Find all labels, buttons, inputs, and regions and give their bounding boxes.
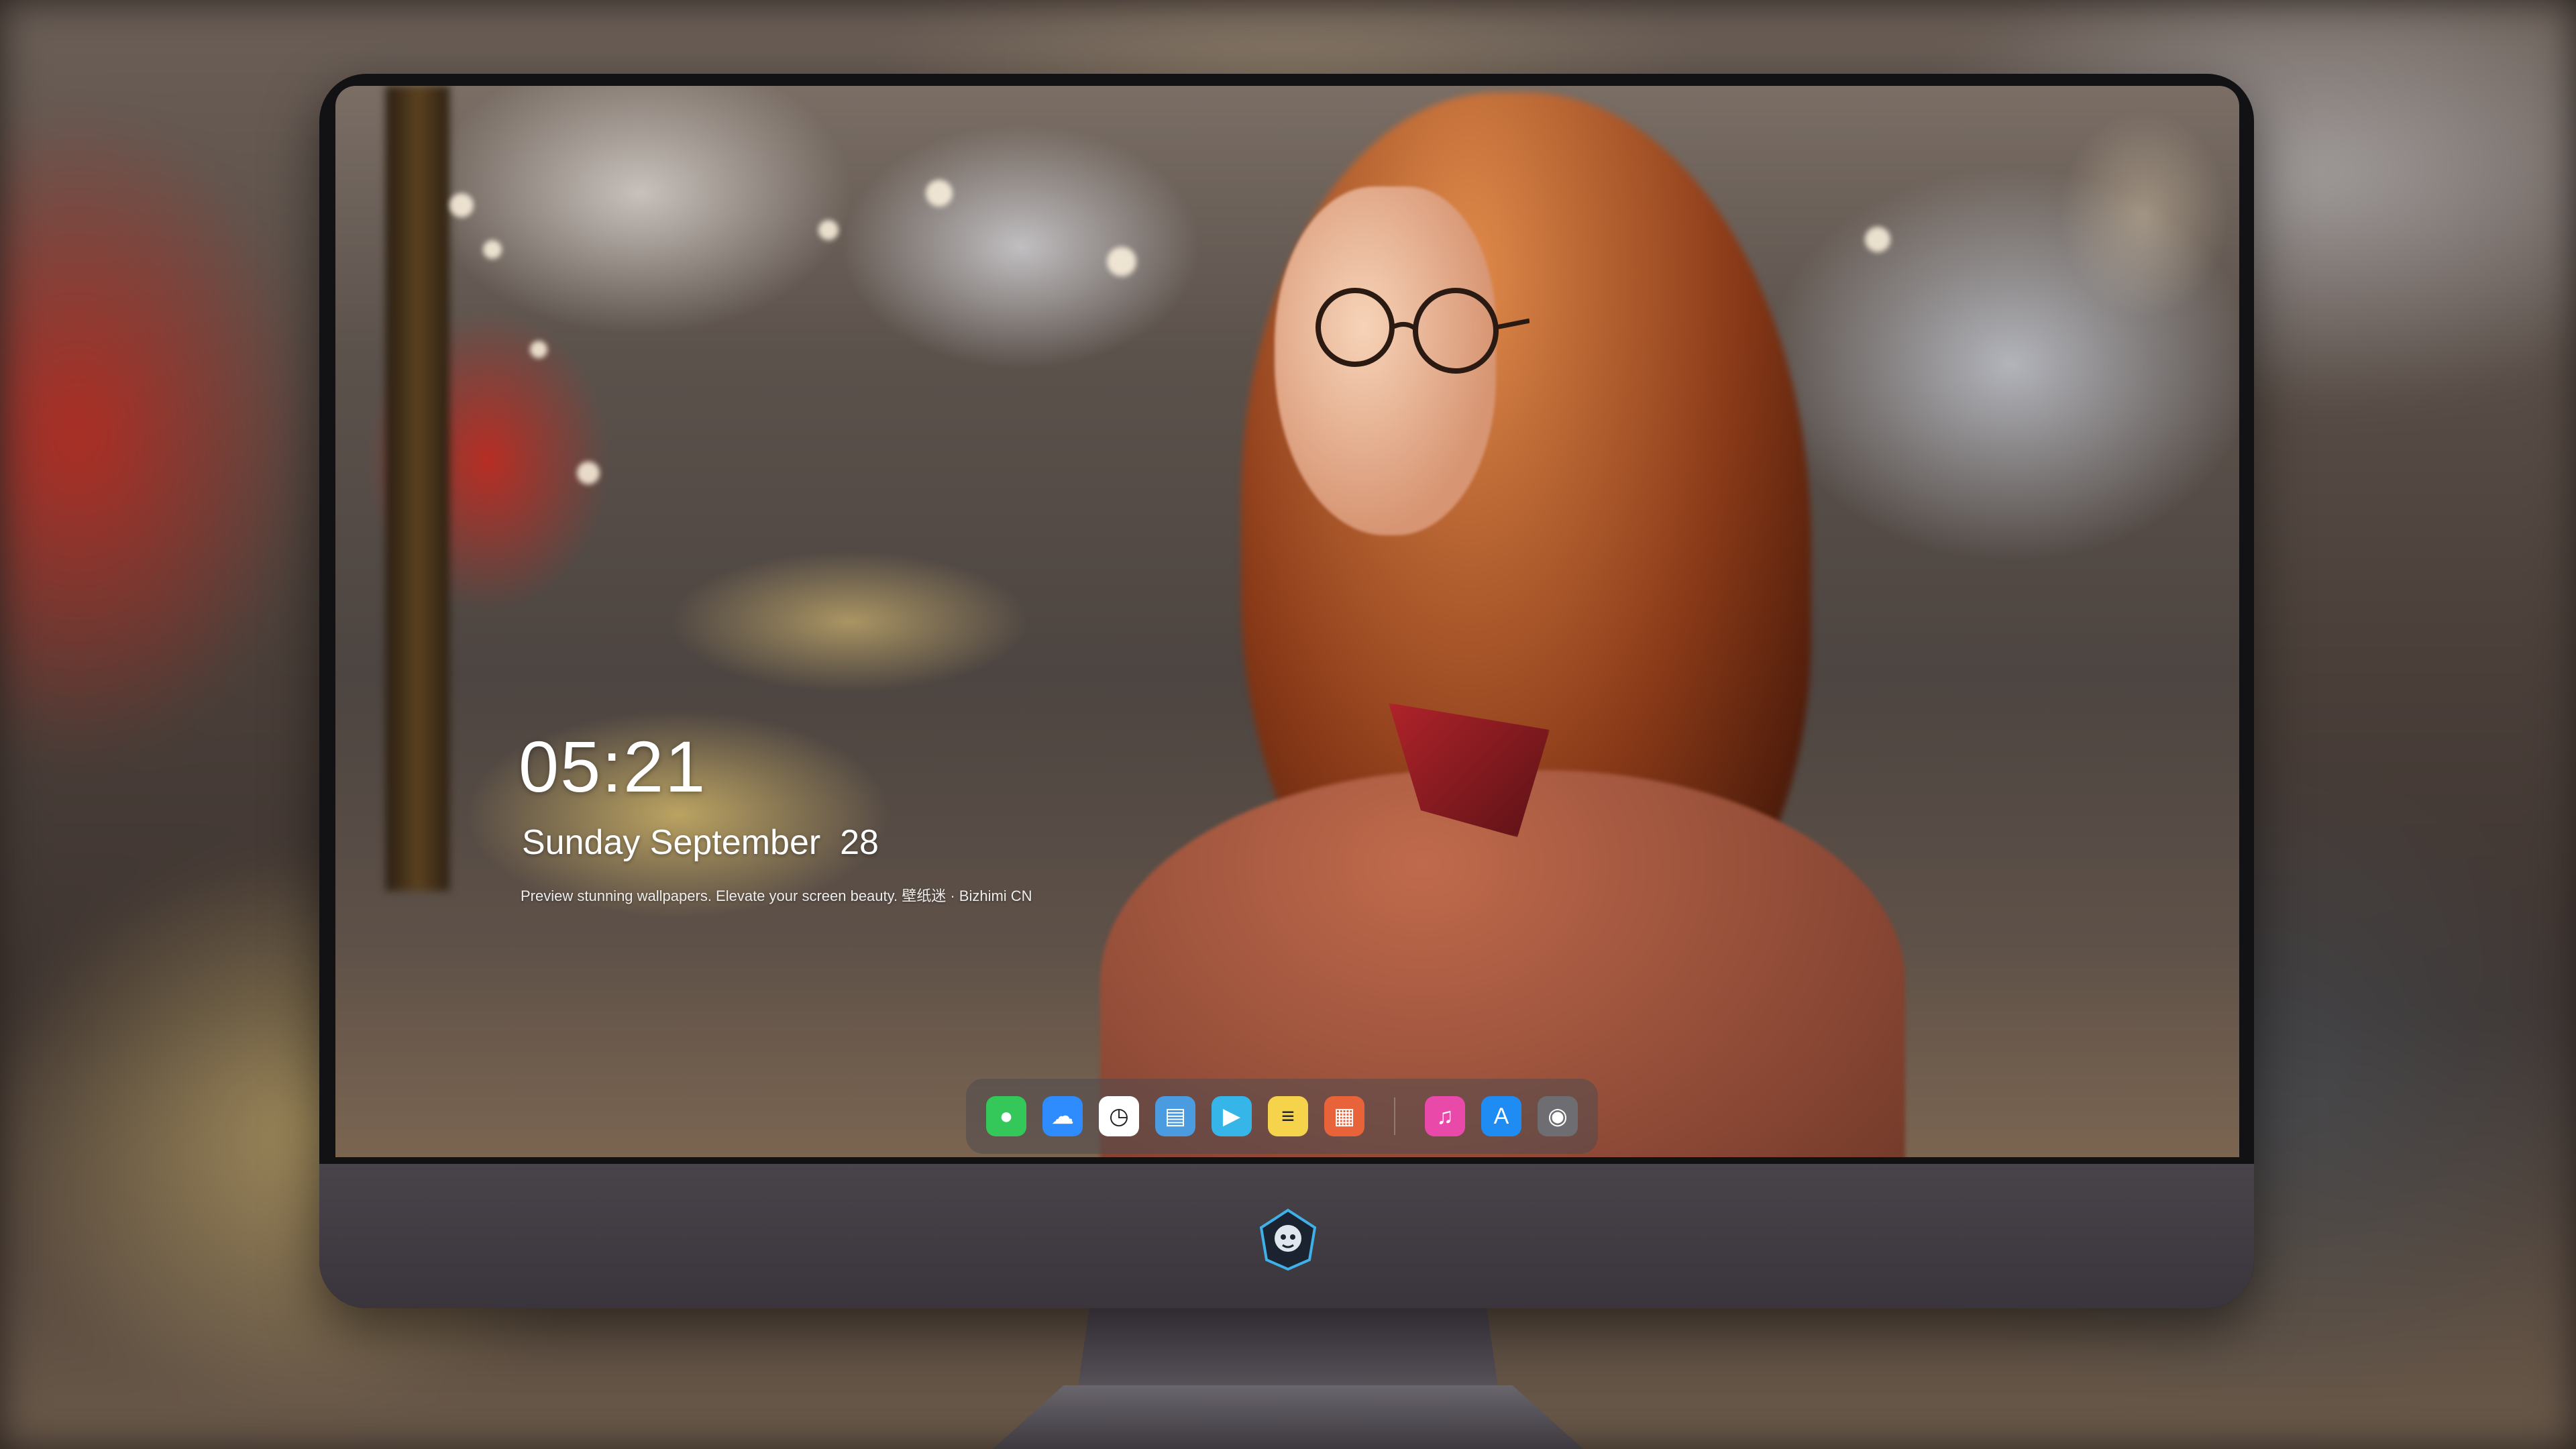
wallpaper-person — [1100, 86, 2039, 1157]
wallpaper-pillar — [386, 86, 449, 891]
preview-icon[interactable]: ▤ — [1155, 1096, 1195, 1136]
desktop-screen — [335, 86, 2239, 1157]
clips-icon[interactable]: ▶ — [1212, 1096, 1252, 1136]
monitor-stand-base — [993, 1385, 1583, 1449]
monitor-stand — [1077, 1308, 1499, 1395]
lockscreen-tagline: Preview stunning wallpapers. Elevate you… — [521, 888, 1032, 904]
dock-separator — [1394, 1097, 1395, 1135]
clock-icon[interactable]: ◷ — [1099, 1096, 1139, 1136]
music-icon[interactable]: ♫ — [1425, 1096, 1465, 1136]
brand-logo — [1256, 1208, 1320, 1272]
camera-icon[interactable]: ◉ — [1538, 1096, 1578, 1136]
lockscreen-date: Sunday September 28 — [522, 823, 879, 862]
app-store-icon[interactable]: A — [1481, 1096, 1521, 1136]
photo-booth-icon[interactable]: ▦ — [1324, 1096, 1364, 1136]
lockscreen-clock: 05:21 — [519, 726, 707, 807]
messages-icon[interactable]: ● — [986, 1096, 1026, 1136]
notes-icon[interactable]: ≡ — [1268, 1096, 1308, 1136]
weather-icon[interactable]: ☁ — [1042, 1096, 1083, 1136]
dock: ● ☁ ◷ ▤ ▶ ≡ ▦ ♫ A ◉ — [966, 1079, 1598, 1154]
